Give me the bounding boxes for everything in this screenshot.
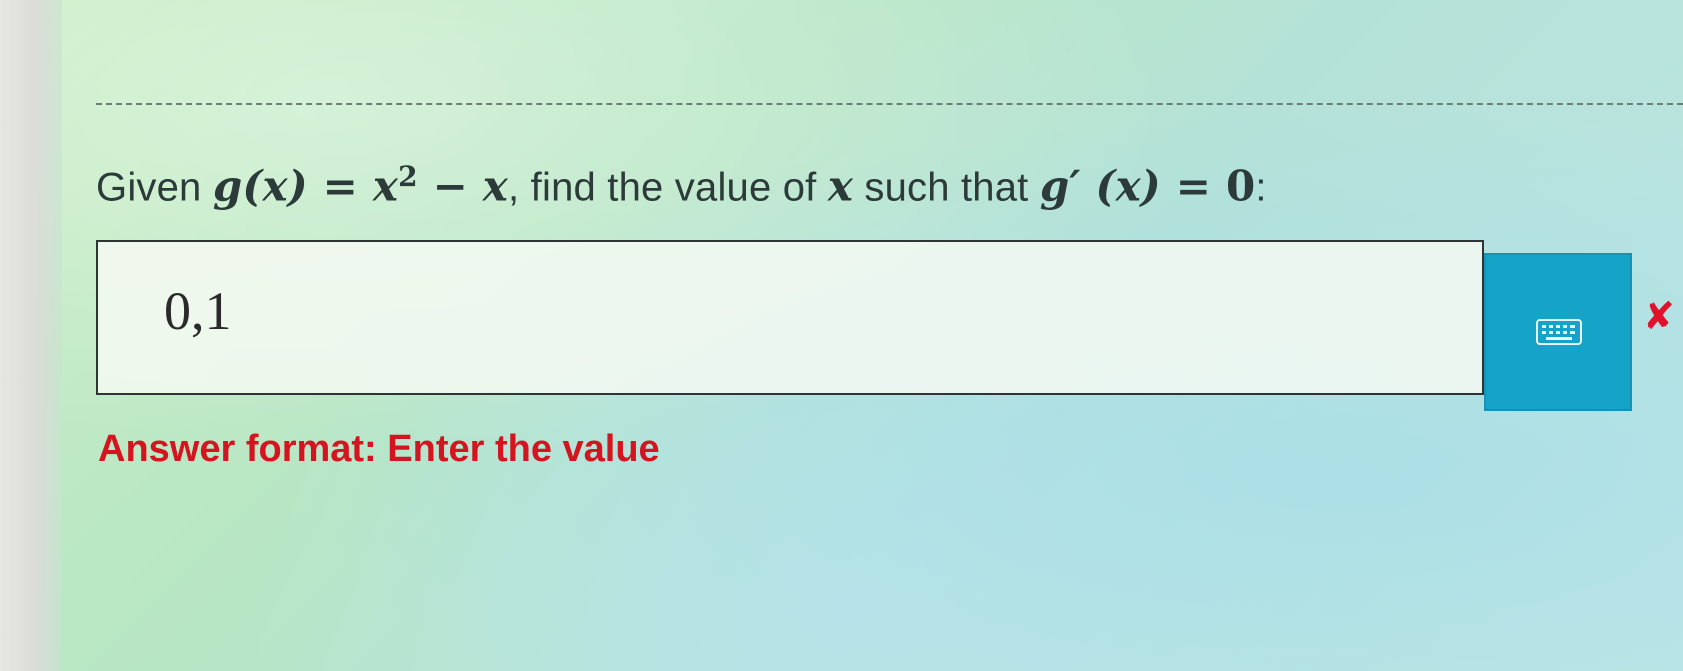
- question-middle: , find the value of: [508, 165, 828, 210]
- question-text: Given g(x) = x2 − x, find the value of x…: [96, 160, 1267, 210]
- minus-sign: −: [417, 161, 483, 211]
- x-variable-2: x: [482, 161, 509, 211]
- answer-value: 0,1: [164, 281, 232, 341]
- zero-value: 0: [1225, 161, 1256, 211]
- screen-bezel: [0, 0, 62, 671]
- math-keyboard-button[interactable]: [1484, 253, 1632, 411]
- equals-sign: =: [307, 161, 373, 211]
- incorrect-icon: ✘: [1643, 294, 1675, 338]
- section-divider: [96, 103, 1683, 105]
- exponent: 2: [398, 160, 418, 193]
- x-variable-3: x: [827, 161, 854, 211]
- derivative-expression: g′ (x): [1039, 161, 1161, 211]
- answer-input[interactable]: 0,1: [96, 240, 1484, 395]
- question-prefix: Given: [96, 165, 213, 210]
- question-colon: :: [1255, 165, 1267, 210]
- equals-sign-2: =: [1160, 161, 1226, 211]
- answer-format-hint: Answer format: Enter the value: [98, 428, 660, 470]
- x-variable: x: [372, 161, 399, 211]
- function-g-of-x: g(x): [212, 161, 308, 211]
- question-such-that: such that: [853, 165, 1040, 210]
- keyboard-icon: [1536, 319, 1582, 345]
